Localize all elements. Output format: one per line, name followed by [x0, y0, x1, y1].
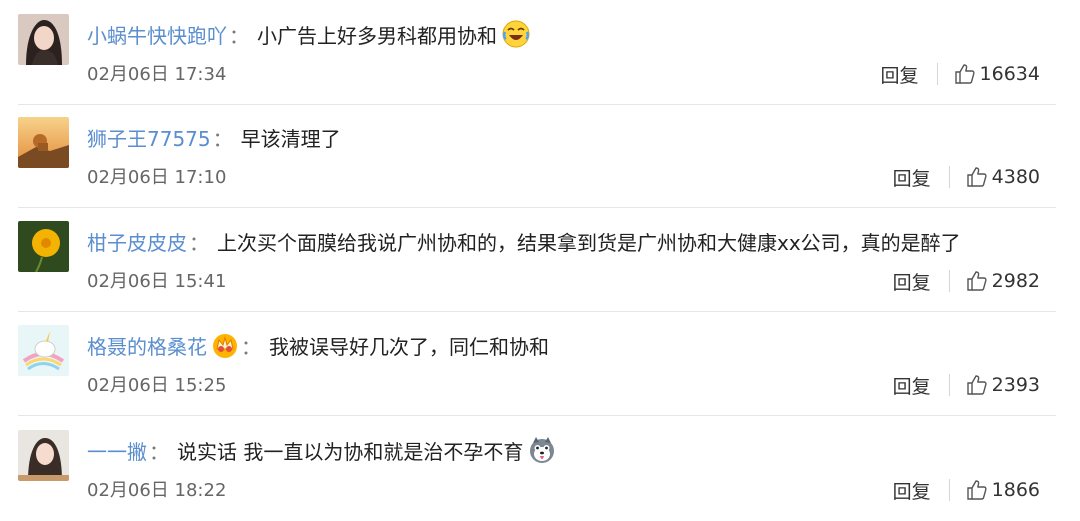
- avatar[interactable]: [18, 14, 69, 65]
- username-link[interactable]: 狮子王77575: [87, 123, 211, 152]
- thumbs-up-icon: [966, 167, 987, 187]
- reply-button[interactable]: 回复: [881, 61, 919, 88]
- comment-timestamp: 02月06日 15:41: [87, 271, 227, 292]
- username-link[interactable]: 柑子皮皮皮: [87, 227, 187, 256]
- crying-laughing-emoji-icon: [502, 20, 530, 48]
- comment-text: 早该清理了: [240, 126, 341, 151]
- avatar-image: [18, 14, 69, 65]
- colon-separator: ：: [212, 126, 233, 151]
- colon-separator: ：: [241, 334, 261, 359]
- action-divider: [948, 479, 950, 501]
- like-button[interactable]: 2393: [966, 374, 1040, 396]
- comment-item: 柑子皮皮皮 ： 上次买个面膜给我说广州协和的，结果拿到货是广州协和大健康xx公司…: [0, 207, 1080, 312]
- username-link[interactable]: 格聂的格桑花: [87, 331, 207, 360]
- reply-button[interactable]: 回复: [893, 268, 931, 295]
- like-count: 1866: [991, 479, 1040, 501]
- reply-button[interactable]: 回复: [893, 372, 931, 399]
- husky-emoji-icon: [530, 437, 555, 463]
- username-link[interactable]: 小蜗牛快快跑吖: [87, 20, 227, 49]
- like-count: 2393: [991, 374, 1040, 396]
- comment-timestamp: 02月06日 18:22: [87, 480, 227, 501]
- avatar-image: [18, 117, 69, 168]
- colon-separator: ：: [229, 23, 249, 48]
- like-count: 16634: [979, 63, 1040, 85]
- avatar-image: [18, 325, 69, 376]
- comment-item: 狮子王77575 ： 早该清理了 02月06日 17:10 回复 4380: [0, 103, 1080, 208]
- like-button[interactable]: 1866: [966, 479, 1040, 501]
- like-button[interactable]: 16634: [954, 63, 1040, 85]
- action-divider: [948, 270, 950, 292]
- reply-button[interactable]: 回复: [893, 164, 931, 191]
- like-button[interactable]: 4380: [966, 166, 1040, 188]
- comment-text: 上次买个面膜给我说广州协和的，结果拿到货是广州协和大健康xx公司，真的是醉了: [217, 230, 961, 255]
- crown-badge-icon: [213, 334, 237, 358]
- comment-item: 一一撇 ： 说实话 我一直以为协和就是治不孕不育 02月06日 18:22 回复: [0, 416, 1080, 521]
- reply-button[interactable]: 回复: [893, 477, 931, 504]
- comment-text: 小广告上好多男科都用协和: [257, 23, 497, 48]
- like-count: 2982: [991, 270, 1040, 292]
- thumbs-up-icon: [966, 375, 987, 395]
- thumbs-up-icon: [966, 480, 987, 500]
- avatar[interactable]: [18, 117, 69, 168]
- comment-text: 我被误导好几次了，同仁和协和: [269, 334, 549, 359]
- comment-timestamp: 02月06日 17:10: [87, 167, 227, 188]
- avatar[interactable]: [18, 430, 69, 481]
- avatar-image: [18, 430, 69, 481]
- colon-separator: ：: [189, 230, 209, 255]
- comment-item: 小蜗牛快快跑吖 ： 小广告上好多男科都用协和 02月06日 17:34 回复 1…: [0, 0, 1080, 105]
- colon-separator: ：: [149, 439, 169, 464]
- comment-list: 小蜗牛快快跑吖 ： 小广告上好多男科都用协和 02月06日 17:34 回复 1…: [0, 0, 1080, 516]
- avatar[interactable]: [18, 325, 69, 376]
- action-divider: [936, 63, 938, 85]
- comment-text: 说实话 我一直以为协和就是治不孕不育: [177, 439, 524, 464]
- thumbs-up-icon: [966, 271, 987, 291]
- like-count: 4380: [991, 166, 1040, 188]
- username-link[interactable]: 一一撇: [87, 436, 147, 465]
- comment-item: 格聂的格桑花 ： 我被误导好几次了，同仁和协和 02月06日 15:25 回复 …: [0, 311, 1080, 416]
- comment-timestamp: 02月06日 15:25: [87, 375, 227, 396]
- comment-timestamp: 02月06日 17:34: [87, 64, 227, 85]
- avatar[interactable]: [18, 221, 69, 272]
- action-divider: [948, 374, 950, 396]
- thumbs-up-icon: [954, 64, 975, 84]
- avatar-image: [18, 221, 69, 272]
- like-button[interactable]: 2982: [966, 270, 1040, 292]
- action-divider: [948, 166, 950, 188]
